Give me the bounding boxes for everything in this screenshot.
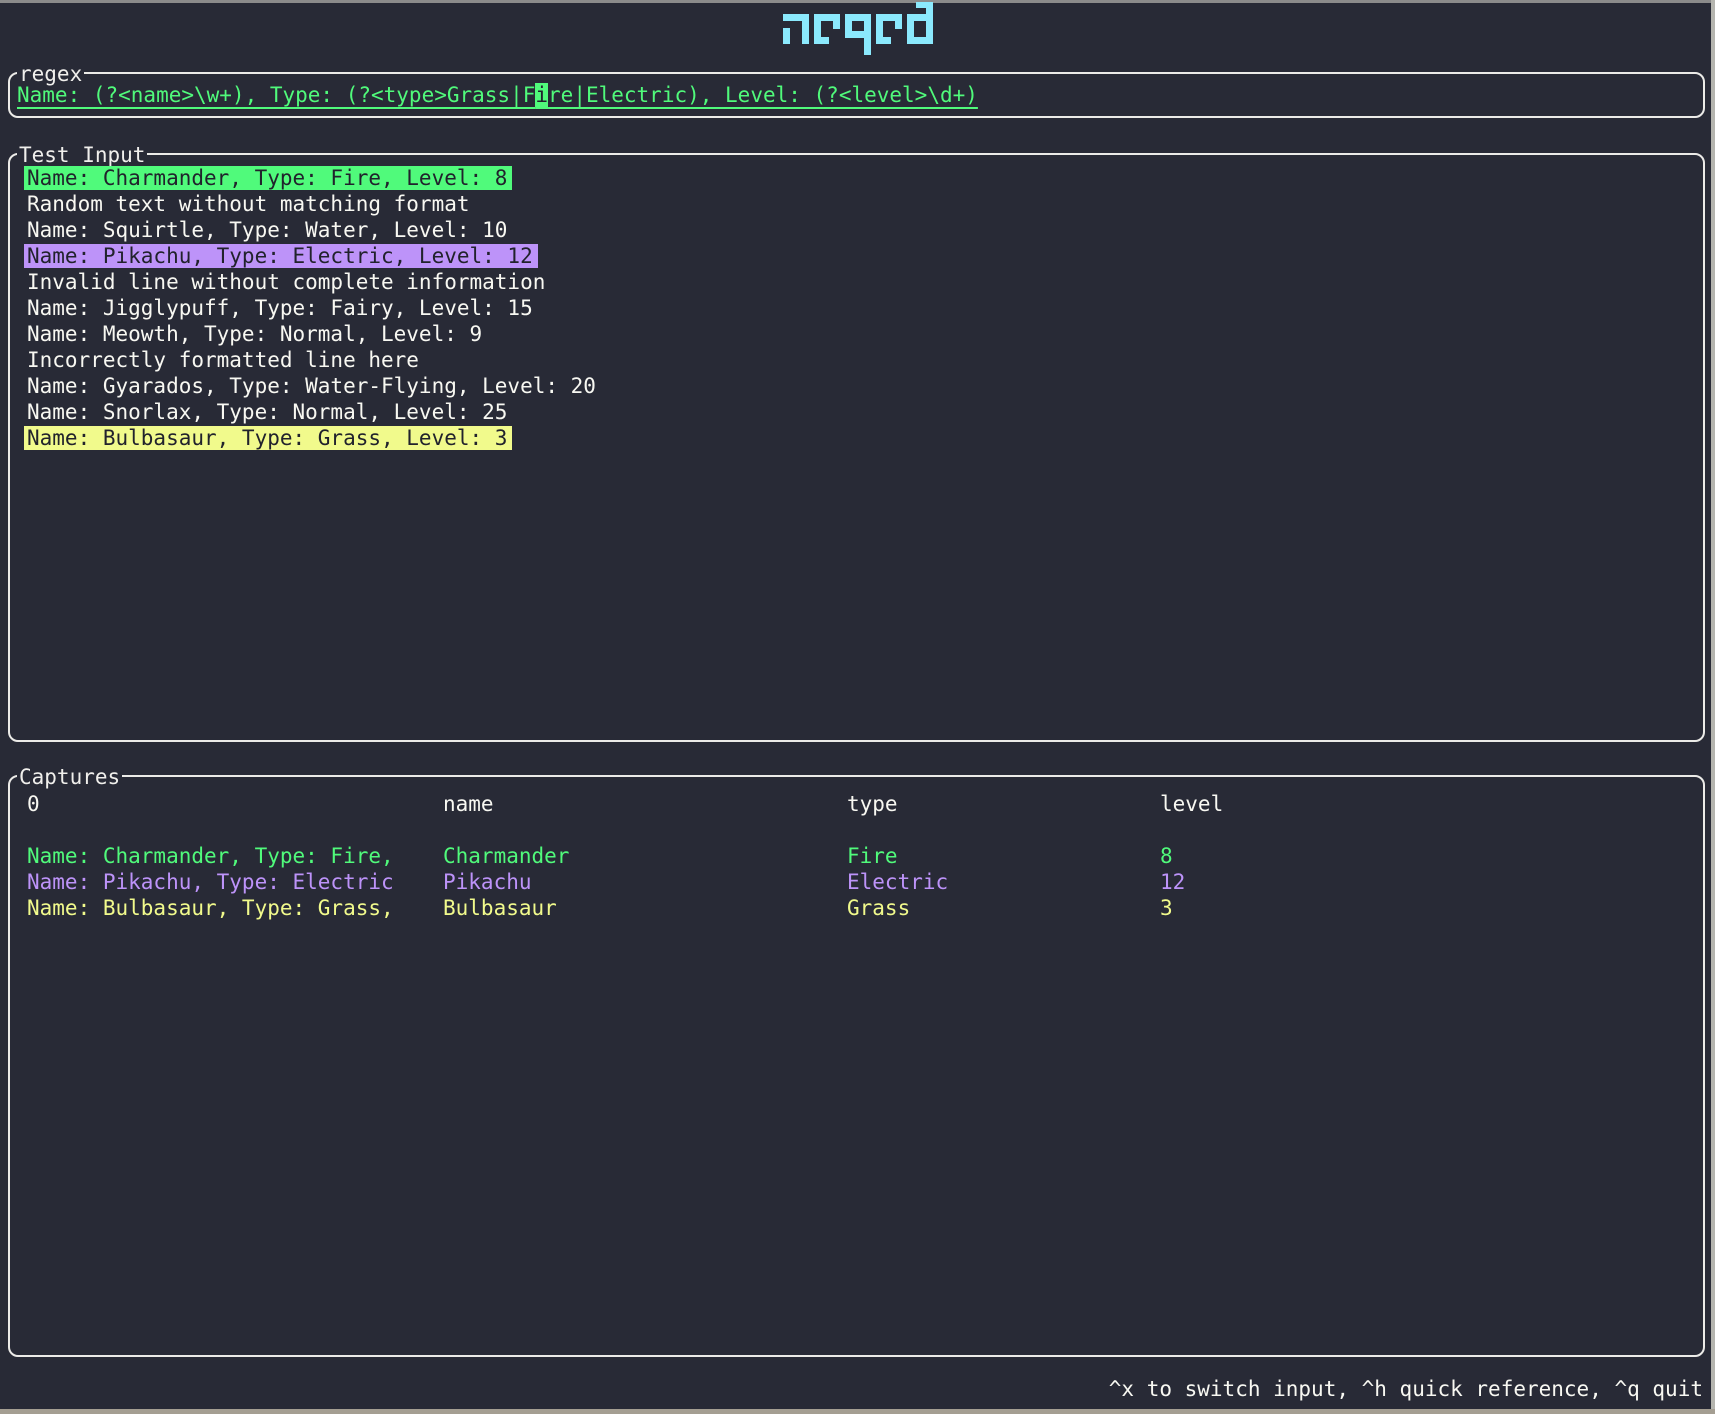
app-logo-glyphs bbox=[783, 2, 933, 55]
test-input-line[interactable]: Name: Bulbasaur, Type: Grass, Level: 3 bbox=[27, 425, 1695, 451]
capture-row: Name: Pikachu, Type: ElectricPikachuElec… bbox=[17, 869, 1695, 895]
captures-table: 0 name type level Name: Charmander, Type… bbox=[17, 791, 1695, 921]
captures-header-level: level bbox=[1150, 791, 1695, 817]
regex-pattern-before-cursor: Name: (?<name>\w+), Type: (?<type>Grass|… bbox=[17, 83, 535, 107]
capture-cell-name: Charmander bbox=[433, 843, 837, 869]
capture-cell-level: 12 bbox=[1150, 869, 1695, 895]
test-input-line[interactable]: Invalid line without complete informatio… bbox=[27, 269, 1695, 295]
captures-panel-title: Captures bbox=[17, 764, 122, 790]
status-bar: ^x to switch input, ^h quick reference, … bbox=[1109, 1376, 1703, 1402]
app-logo bbox=[0, 2, 1715, 61]
capture-cell-match: Name: Bulbasaur, Type: Grass, bbox=[17, 895, 433, 921]
terminal-bottom-edge bbox=[0, 1409, 1715, 1414]
captures-header-type: type bbox=[837, 791, 1150, 817]
capture-cell-name: Bulbasaur bbox=[433, 895, 837, 921]
terminal-right-edge bbox=[1711, 0, 1715, 1414]
matched-line-highlight: Name: Charmander, Type: Fire, Level: 8 bbox=[24, 166, 512, 190]
test-input-line[interactable]: Name: Jigglypuff, Type: Fairy, Level: 15 bbox=[27, 295, 1695, 321]
captures-header-match: 0 bbox=[17, 791, 433, 817]
capture-cell-type: Electric bbox=[837, 869, 1150, 895]
capture-cell-level: 3 bbox=[1150, 895, 1695, 921]
test-input-line[interactable]: Incorrectly formatted line here bbox=[27, 347, 1695, 373]
capture-cell-match: Name: Pikachu, Type: Electric bbox=[17, 869, 433, 895]
capture-cell-match: Name: Charmander, Type: Fire, bbox=[17, 843, 433, 869]
captures-header-name: name bbox=[433, 791, 837, 817]
regex-cursor: i bbox=[535, 83, 548, 107]
test-input-line[interactable]: Name: Meowth, Type: Normal, Level: 9 bbox=[27, 321, 1695, 347]
test-input-lines[interactable]: Name: Charmander, Type: Fire, Level: 8Ra… bbox=[27, 165, 1695, 451]
capture-cell-level: 8 bbox=[1150, 843, 1695, 869]
capture-row: Name: Bulbasaur, Type: Grass,BulbasaurGr… bbox=[17, 895, 1695, 921]
test-input-line[interactable]: Name: Snorlax, Type: Normal, Level: 25 bbox=[27, 399, 1695, 425]
capture-cell-type: Fire bbox=[837, 843, 1150, 869]
regex-panel: regex Name: (?<name>\w+), Type: (?<type>… bbox=[8, 72, 1705, 118]
regex-input[interactable]: Name: (?<name>\w+), Type: (?<type>Grass|… bbox=[17, 82, 978, 108]
regex-pattern-after-cursor: re|Electric), Level: (?<level>\d+) bbox=[548, 83, 978, 107]
matched-line-highlight: Name: Bulbasaur, Type: Grass, Level: 3 bbox=[24, 426, 512, 450]
capture-row: Name: Charmander, Type: Fire,CharmanderF… bbox=[17, 843, 1695, 869]
test-input-line[interactable]: Name: Charmander, Type: Fire, Level: 8 bbox=[27, 165, 1695, 191]
matched-line-highlight: Name: Pikachu, Type: Electric, Level: 12 bbox=[24, 244, 538, 268]
test-input-panel: Test Input Name: Charmander, Type: Fire,… bbox=[8, 153, 1705, 742]
capture-cell-type: Grass bbox=[837, 895, 1150, 921]
test-input-line[interactable]: Random text without matching format bbox=[27, 191, 1695, 217]
test-input-line[interactable]: Name: Pikachu, Type: Electric, Level: 12 bbox=[27, 243, 1695, 269]
captures-header-row: 0 name type level bbox=[17, 791, 1695, 817]
captures-panel: Captures 0 name type level Name: Charman… bbox=[8, 775, 1705, 1357]
capture-cell-name: Pikachu bbox=[433, 869, 837, 895]
test-input-line[interactable]: Name: Squirtle, Type: Water, Level: 10 bbox=[27, 217, 1695, 243]
captures-rows: Name: Charmander, Type: Fire,CharmanderF… bbox=[17, 843, 1695, 921]
captures-spacer-row bbox=[17, 817, 1695, 843]
test-input-line[interactable]: Name: Gyarados, Type: Water-Flying, Leve… bbox=[27, 373, 1695, 399]
